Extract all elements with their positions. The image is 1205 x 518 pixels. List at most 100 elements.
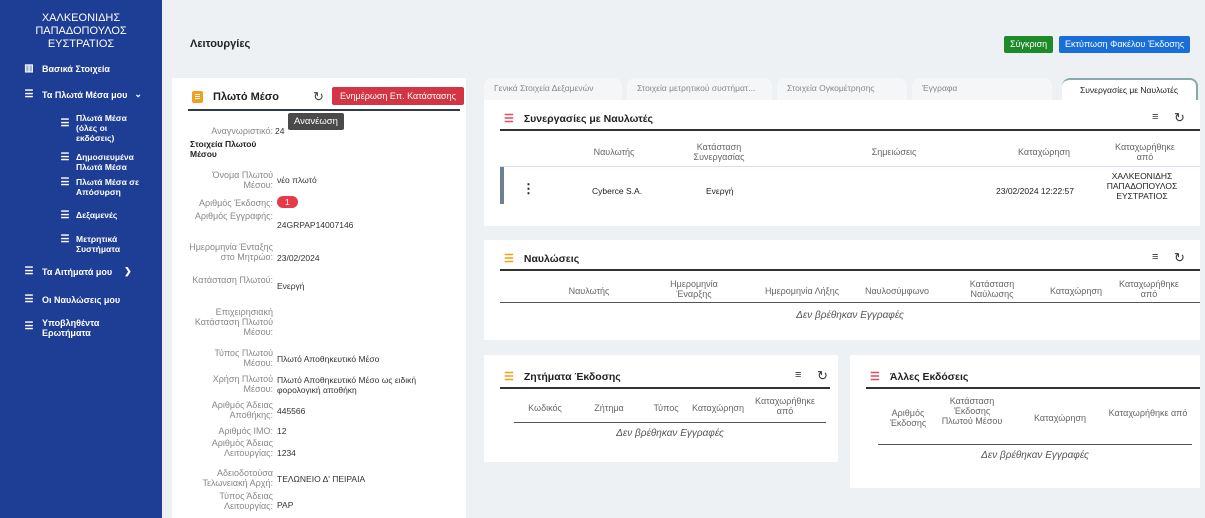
columns-icon[interactable]: ≡	[1152, 251, 1158, 263]
column-header: Ημερομηνία Λήξης	[764, 286, 840, 296]
sidebar-subitem-label: Δημοσιευμένα Πλωτά Μέσα	[76, 152, 134, 172]
sidebar-subitem-label: Δεξαμενές	[76, 210, 118, 220]
sidebar-subitem-withdrawal[interactable]: ☰ Πλωτά Μέσα σε Απόσυρση	[60, 177, 142, 197]
column-header: Τύπος	[653, 403, 679, 413]
version-badge: 1	[277, 196, 298, 208]
refresh-icon[interactable]: ↻	[1174, 110, 1185, 126]
divider	[188, 109, 460, 111]
field-value: ΤΕΛΩΝΕΙΟ Δ' ΠΕΙΡΑΙΑ	[277, 474, 366, 484]
cell-charterer: Cyberce S.A.	[592, 186, 643, 196]
field-label: Αριθμός Άδειας Λειτουργίας:	[211, 438, 273, 458]
field-value: νέο πλωτό	[277, 175, 317, 185]
tab-strip: Γενικά Στοιχεία Δεξαμενών Στοιχεία μετρη…	[484, 78, 1200, 100]
sidebar-item-label: Τα Πλωτά Μέσα μου	[42, 89, 128, 100]
tab-charterer-cooperations[interactable]: Συνεργασίες με Ναυλωτές	[1062, 78, 1198, 100]
sidebar-item-label: Βασικά Στοιχεία	[42, 63, 110, 74]
field-value: Πλωτό Αποθηκευτικό Μέσο	[277, 354, 380, 364]
field-value: Πλωτό Αποθηκευτικό Μέσο ως ειδική φορολο…	[277, 375, 417, 395]
field-label: Αριθμός Έκδοσης:	[198, 198, 273, 208]
sidebar-item-my-vessels[interactable]: ☰ Τα Πλωτά Μέσα μου ⌄	[24, 89, 142, 100]
column-header: Καταχωρήθηκε από	[1119, 279, 1179, 299]
refresh-icon[interactable]: ↻	[1174, 250, 1185, 266]
field-label: Τύπος Πλωτού Μέσου:	[214, 348, 273, 368]
update-status-button[interactable]: Ενημέρωση Επ. Κατάστασης	[332, 87, 464, 105]
divider	[500, 166, 1200, 167]
field-label: Αριθμός Εγγραφής:	[194, 211, 273, 221]
row-menu-icon[interactable]: ⋮	[522, 182, 535, 195]
field-label: Αδειοδοτούσα Τελωνειακή Αρχή:	[202, 468, 274, 488]
charters-panel: ☰ Ναυλώσεις ≡ ↻ Ναυλωτής Ημερομηνία Έναρ…	[484, 240, 1200, 340]
columns-icon[interactable]: ≡	[795, 369, 801, 381]
divider	[866, 387, 1200, 389]
section-label: Στοιχεία Πλωτού Μέσου	[190, 139, 257, 159]
column-header: Καταχώρηση	[692, 403, 744, 413]
panel-title-text: Συνεργασίες με Ναυλωτές	[523, 112, 654, 125]
list-icon: ☰	[504, 371, 514, 383]
column-header: Καταχώρηση	[1050, 286, 1102, 296]
refresh-icon[interactable]: ↻	[313, 89, 324, 105]
column-header: Κατάσταση Έκδοσης Πλωτού Μέσου	[941, 396, 1003, 426]
refresh-icon[interactable]: ↻	[817, 368, 828, 384]
sidebar-subitem-label: Μετρητικά Συστήματα	[76, 234, 121, 254]
list-icon: ☰	[504, 113, 514, 125]
sidebar-subitem-metering[interactable]: ☰ Μετρητικά Συστήματα	[60, 234, 126, 254]
field-label: Τύπος Άδειας Λειτουργίας:	[219, 491, 273, 511]
divider	[500, 269, 1200, 271]
field-label-id: Αναγνωριστικό:	[211, 126, 273, 136]
divider	[500, 302, 1200, 303]
tab-metering-system[interactable]: Στοιχεία μετρητικού συστήματ...	[627, 78, 772, 100]
sidebar-subitem-all-versions[interactable]: ☰ Πλωτά Μέσα (όλες οι εκδόσεις)	[60, 113, 136, 143]
field-value: 1234	[277, 448, 296, 458]
column-header: Κατάσταση Συνεργασίας	[693, 142, 745, 162]
sidebar-item-my-requests[interactable]: ☰ Τα Αιτήματά μου ❯	[24, 266, 132, 277]
row-indicator	[500, 166, 504, 204]
tab-volumetry[interactable]: Στοιχεία Ογκομέτρησης	[777, 78, 907, 100]
list-icon: ☰	[504, 253, 514, 265]
list-icon: ☰	[60, 152, 70, 163]
divider	[500, 129, 1200, 131]
sidebar-item-my-charters[interactable]: ☰ Οι Ναυλώσεις μου	[24, 294, 121, 305]
sidebar-subitem-tanks[interactable]: ☰ Δεξαμενές	[60, 210, 118, 221]
sidebar-subitem-label: Πλωτά Μέσα (όλες οι εκδόσεις)	[76, 113, 127, 143]
sidebar-subitem-published[interactable]: ☰ Δημοσιευμένα Πλωτά Μέσα	[60, 152, 142, 172]
vessel-details-card: Πλωτό Μέσο ↻ Ενημέρωση Επ. Κατάστασης Αν…	[172, 78, 466, 518]
column-header: Κατάσταση Ναύλωσης	[969, 279, 1015, 299]
list-icon: ☰	[24, 266, 34, 277]
field-label: Αριθμός IMO:	[218, 426, 273, 436]
list-icon: ☰	[60, 177, 70, 188]
compare-button[interactable]: Σύγκριση	[1004, 36, 1054, 53]
print-dossier-button[interactable]: Εκτύπωση Φακέλου Έκδοσης	[1059, 36, 1191, 53]
field-label: Ημερομηνία Ένταξης στο Μητρώο:	[189, 242, 273, 262]
column-header: Καταχώρηση	[1034, 413, 1086, 423]
column-header: Καταχωρήθηκε από	[1108, 408, 1188, 418]
chevron-down-icon: ⌄	[134, 89, 142, 99]
document-icon	[192, 91, 203, 103]
field-value: 24GRPAP14007146	[277, 220, 354, 230]
user-name: ΧΑΛΚΕΟΝΙΔΗΣ ΠΑΠΑΔΟΠΟΥΛΟΣ ΕΥΣΤΡΑΤΙΟΣ	[35, 12, 127, 50]
field-value: PAP	[277, 500, 294, 510]
field-label: Αριθμός Άδειας Αποθήκης:	[211, 400, 273, 420]
tab-tanks-general[interactable]: Γενικά Στοιχεία Δεξαμενών	[484, 78, 622, 100]
columns-icon[interactable]: ≡	[1152, 111, 1158, 123]
column-header: Ναυλωτής	[568, 286, 610, 296]
refresh-tooltip: Ανανέωση	[288, 113, 344, 130]
sidebar: ΧΑΛΚΕΟΝΙΔΗΣ ΠΑΠΑΔΟΠΟΥΛΟΣ ΕΥΣΤΡΑΤΙΟΣ ▥ Βα…	[0, 0, 162, 518]
column-header: Καταχωρήθηκε από	[755, 396, 815, 416]
sidebar-item-submitted-queries[interactable]: ☰ Υποβληθέντα Ερωτήματα	[24, 318, 112, 338]
panel-title-text: Άλλες Εκδόσεις	[889, 370, 969, 383]
divider	[500, 387, 830, 389]
list-icon: ☰	[60, 118, 70, 129]
column-header: Αριθμός Έκδοσης	[889, 408, 927, 428]
empty-message: Δεν βρέθηκαν Εγγραφές	[616, 428, 724, 439]
field-label: Κατάσταση Πλωτού:	[192, 275, 273, 285]
field-value: 23/02/2024	[277, 253, 320, 263]
vessel-card-title-text: Πλωτό Μέσο	[213, 91, 279, 103]
cell-registered-by: ΧΑΛΚΕΟΝΙΔΗΣ ΠΑΠΑΔΟΠΟΥΛΟΣ ΕΥΣΤΡΑΤΙΟΣ	[1106, 171, 1178, 201]
sidebar-item-basic-info[interactable]: ▥ Βασικά Στοιχεία	[24, 63, 110, 74]
vessel-card-title: Πλωτό Μέσο	[192, 91, 279, 103]
list-icon: ☰	[870, 371, 880, 383]
list-icon: ☰	[24, 89, 34, 100]
field-value-id: 24	[275, 126, 285, 136]
charters-title: ☰ Ναυλώσεις	[504, 252, 579, 266]
tab-documents[interactable]: Έγγραφα	[912, 78, 1052, 100]
